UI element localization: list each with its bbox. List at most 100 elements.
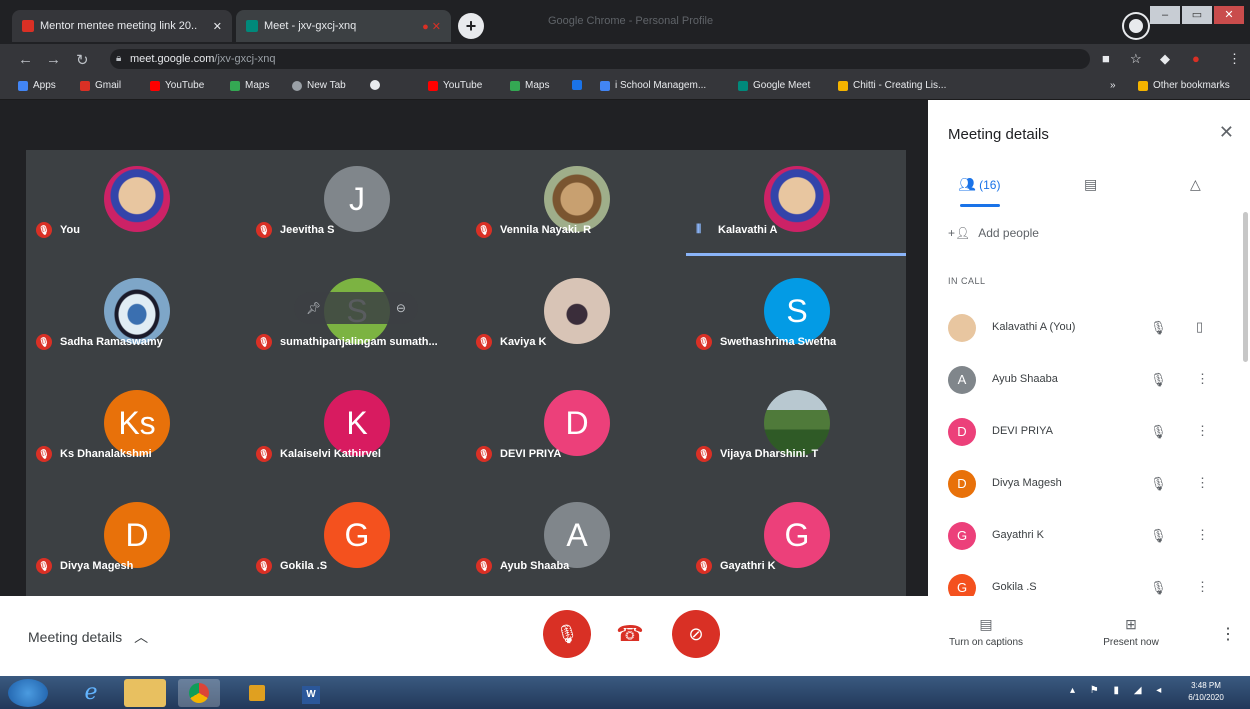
meeting-details-button[interactable]: Meeting details ︿ (28, 627, 148, 647)
extensions-icon[interactable]: ◆ (1160, 51, 1170, 67)
present-icon: ⊞ (1125, 616, 1137, 632)
menu-icon[interactable]: ⋮ (1228, 51, 1241, 67)
new-tab-button[interactable]: + (458, 13, 484, 39)
url-field[interactable]: 🔒︎ meet.google.com/jxv-gxcj-xnq (110, 49, 1090, 69)
captions-button[interactable]: ▤ Turn on captions (936, 616, 1036, 648)
more-options-icon[interactable]: ⋮ (1196, 371, 1209, 387)
tab-people[interactable]: 👥︎ (16) (958, 176, 1000, 193)
bookmark-gmail[interactable]: Gmail (80, 80, 121, 91)
profile-icon[interactable] (1124, 14, 1148, 38)
bookmark-blank[interactable] (370, 80, 385, 90)
bookmark-youtube[interactable]: YouTube (150, 80, 204, 91)
participant-tile[interactable]: K 🎙︎ Kalaiselvi Kathirvel (246, 368, 466, 480)
tab-chat[interactable]: ▤ (1084, 176, 1097, 193)
microphone-toggle-button[interactable]: 🎙︎ (543, 610, 591, 658)
tab-meet[interactable]: Meet - jxv-gxcj-xnq ● ✕ (236, 10, 451, 42)
participant-name: Kalavathi A (718, 223, 778, 236)
bookmark-youtube-2[interactable]: YouTube (428, 80, 482, 91)
tab-activities[interactable]: △ (1190, 176, 1201, 193)
mic-off-icon: 🎙︎ (1150, 424, 1167, 439)
participant-tile[interactable]: 🎙︎ Vennila Nayaki. R (466, 144, 686, 256)
participant-tile[interactable]: S 🎙︎ Swethashrima Swetha (686, 256, 906, 368)
tab-mentor-meeting[interactable]: Mentor mentee meeting link 20.. ✕ (12, 10, 232, 42)
bookmark-chitti[interactable]: Chitti - Creating Lis... (838, 80, 946, 91)
chrome-taskbar-icon[interactable] (178, 679, 220, 707)
file-explorer-icon[interactable] (124, 679, 166, 707)
mic-off-icon: 🎙︎ (1150, 320, 1167, 335)
back-icon[interactable]: ← (18, 51, 33, 68)
start-button[interactable] (8, 679, 48, 707)
participant-tile[interactable]: D 🎙︎ Divya Magesh (26, 480, 246, 592)
add-people-button[interactable]: +👤︎ Add people (948, 226, 1039, 240)
participant-name: Vennila Nayaki. R (500, 224, 592, 236)
participant-tile[interactable]: Ks 🎙︎ Ks Dhanalakshmi (26, 368, 246, 480)
more-options-icon[interactable]: ⋮ (1196, 527, 1209, 543)
word-taskbar-icon[interactable]: W (290, 679, 332, 707)
people-list-item[interactable]: D DEVI PRIYA 🎙︎ ⋮ (928, 404, 1250, 456)
people-list-item[interactable]: A Ayub Shaaba 🎙︎ ⋮ (928, 352, 1250, 404)
more-options-icon[interactable]: ⋮ (1196, 579, 1209, 595)
more-options-icon[interactable]: ⋮ (1220, 624, 1236, 644)
participant-tile[interactable]: J 🎙︎ Jeevitha S (246, 144, 466, 256)
mic-off-icon: 🎙︎ (36, 446, 52, 462)
pin-icon[interactable]: 📌︎ (306, 301, 321, 315)
participant-tile[interactable]: D 🎙︎ DEVI PRIYA (466, 368, 686, 480)
close-tab-icon[interactable]: ● ✕ (422, 20, 441, 33)
close-tab-icon[interactable]: ✕ (213, 20, 222, 33)
participant-name-row: 🎙︎ Ks Dhanalakshmi (36, 446, 152, 462)
internet-explorer-icon[interactable]: e (70, 679, 112, 707)
bookmark-other[interactable]: Other bookmarks (1138, 80, 1230, 91)
people-list-item[interactable]: Kalavathi A (You) 🎙︎ ▯ (928, 300, 1250, 352)
tab-label: Meet - jxv-gxcj-xnq (264, 20, 357, 32)
participant-tile[interactable]: G 🎙︎ Gayathri K (686, 480, 906, 592)
maximize-button[interactable]: ▭ (1182, 6, 1212, 24)
system-tray[interactable]: ▴ ⚑ ▮ ◢ ◂ (1070, 685, 1167, 696)
leave-call-button[interactable]: ☎︎ (606, 610, 654, 658)
minimize-button[interactable]: – (1150, 6, 1180, 24)
more-icon[interactable]: ⊖ (396, 301, 406, 315)
more-options-icon[interactable]: ⋮ (1196, 475, 1209, 491)
people-icon: 👥︎ (958, 176, 976, 192)
taskbar-clock[interactable]: 3:48 PM 6/10/2020 (1184, 680, 1228, 704)
close-window-button[interactable]: ✕ (1214, 6, 1244, 24)
bookmark-maps[interactable]: Maps (230, 80, 269, 91)
participant-tile[interactable]: 🎙︎ Kaviya K (466, 256, 686, 368)
bookmark-overflow[interactable]: » (1110, 80, 1116, 91)
bookmark-school[interactable]: i School Managem... (600, 80, 706, 91)
bookmark-apps[interactable]: Apps (18, 80, 56, 91)
participant-name: Kaviya K (500, 336, 547, 348)
participant-tile[interactable]: ⦀ Kalavathi A (686, 144, 906, 256)
star-icon[interactable]: ☆ (1130, 51, 1142, 67)
participant-tile[interactable]: 🎙︎ Vijaya Dharshini. T (686, 368, 906, 480)
more-options-icon[interactable]: ⋮ (1196, 423, 1209, 439)
bookmark-google-meet[interactable]: Google Meet (738, 80, 810, 91)
camera-toggle-button[interactable]: ⊘ (672, 610, 720, 658)
participant-name-row: ⦀ Kalavathi A (696, 222, 778, 237)
speaking-icon: ⦀ (696, 222, 702, 236)
mic-off-icon: 🎙︎ (696, 334, 712, 350)
participant-tile[interactable]: 🎙︎ Sadha Ramaswamy (26, 256, 246, 368)
forward-icon[interactable]: → (46, 51, 61, 68)
in-call-heading: IN CALL (948, 276, 986, 286)
media-player-icon[interactable] (236, 679, 278, 707)
people-list-item[interactable]: G Gayathri K 🎙︎ ⋮ (928, 508, 1250, 560)
present-now-button[interactable]: ⊞ Present now (1086, 616, 1176, 648)
participant-name: sumathipanjalingam sumath... (280, 336, 438, 348)
panel-scrollbar[interactable] (1243, 212, 1248, 362)
participant-name-row: 🎙︎ Ayub Shaaba (476, 558, 569, 574)
participant-tile[interactable]: S📌︎⊖🎙︎sumathipanjalingam sumath... (246, 256, 466, 368)
people-list-item[interactable]: D Divya Magesh 🎙︎ ⋮ (928, 456, 1250, 508)
bookmark-maps-2[interactable]: Maps (510, 80, 549, 91)
tile-hover-controls[interactable]: 📌︎ ⊖ (294, 292, 418, 324)
participant-tile[interactable]: 🎙︎ You (26, 144, 246, 256)
pin-icon[interactable]: ▯ (1196, 319, 1203, 335)
bookmark-doc[interactable] (572, 80, 587, 90)
participant-tile[interactable]: A 🎙︎ Ayub Shaaba (466, 480, 686, 592)
profile-avatar-icon[interactable]: ● (1192, 51, 1200, 66)
camera-blocked-icon[interactable]: ■ (1102, 51, 1110, 66)
youtube-icon (150, 80, 160, 91)
reload-icon[interactable]: ↻ (76, 51, 89, 69)
bookmark-new-tab[interactable]: New Tab (292, 80, 346, 91)
participant-tile[interactable]: G 🎙︎ Gokila .S (246, 480, 466, 592)
close-icon[interactable]: ✕ (1219, 122, 1234, 143)
